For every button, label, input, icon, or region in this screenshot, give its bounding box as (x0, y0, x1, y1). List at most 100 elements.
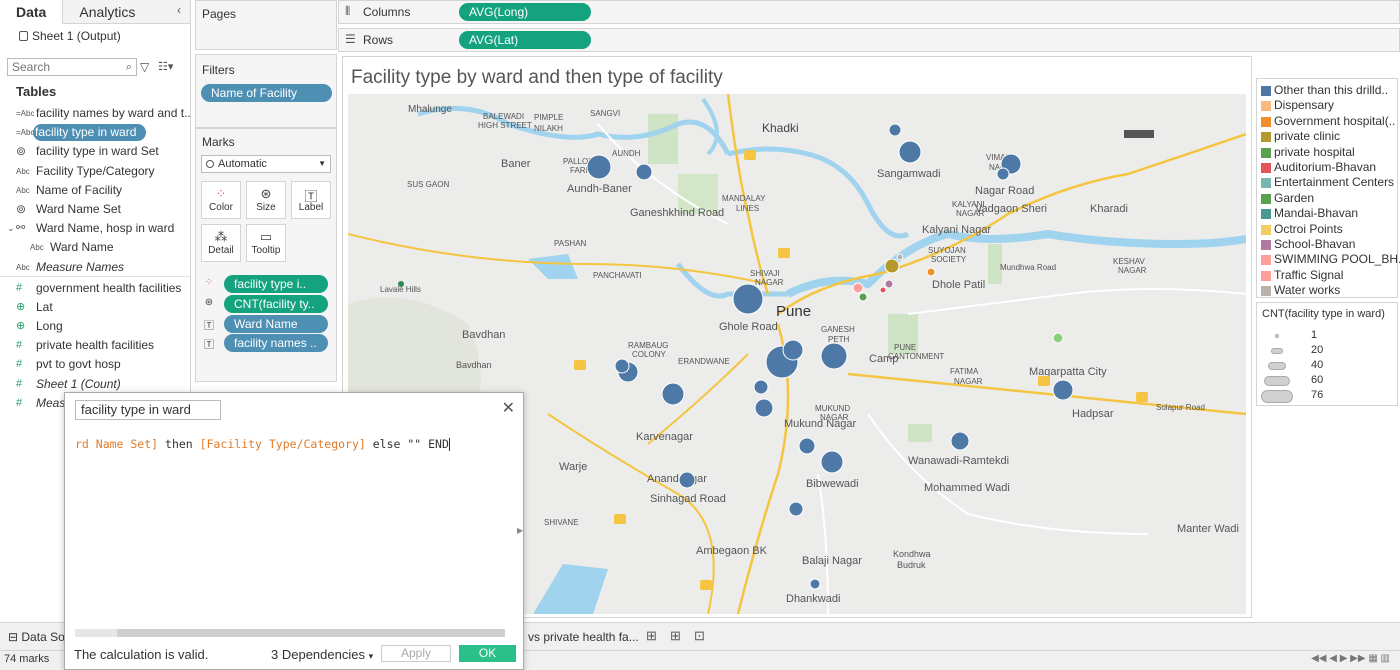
mark-pill-size[interactable]: CNT(facility ty.. (224, 295, 328, 313)
map-bubble[interactable] (678, 471, 696, 489)
label-button[interactable]: 🅃 Label (291, 181, 331, 219)
rows-pill[interactable]: AVG(Lat) (459, 31, 591, 49)
new-story-icon[interactable]: ⊡ (694, 628, 705, 644)
map-bubble[interactable] (898, 140, 922, 164)
tab-analytics[interactable]: Analytics (63, 0, 190, 24)
map-bubble[interactable] (798, 437, 816, 455)
field-item[interactable]: ⌄ ⚯ Ward Name, hosp in ward (0, 219, 190, 238)
calc-name-field[interactable]: facility type in ward (75, 400, 221, 420)
collapse-pane-icon[interactable]: ‹ (177, 3, 181, 17)
map-bubble[interactable] (820, 450, 844, 474)
field-item[interactable]: # Sheet 1 (Count) (0, 375, 190, 394)
map-bubble[interactable] (1052, 379, 1074, 401)
detail-button[interactable]: ⁂ Detail (201, 224, 241, 262)
mark-pill-color[interactable]: facility type i.. (224, 275, 328, 293)
tooltip-button[interactable]: ▭ Tooltip (246, 224, 286, 262)
map-bubble[interactable] (809, 578, 821, 590)
size-legend-item[interactable]: 60 (1257, 374, 1397, 388)
color-button[interactable]: ⁘ Color (201, 181, 241, 219)
columns-shelf[interactable]: ⦀ Columns AVG(Long) (338, 0, 1400, 24)
expand-arrow-icon[interactable]: ▶ (517, 526, 523, 535)
string-icon: Abc (16, 185, 30, 195)
field-item[interactable]: ⊚ facility type in ward Set (0, 142, 190, 161)
field-item[interactable]: # pvt to govt hosp (0, 355, 190, 374)
columns-pill[interactable]: AVG(Long) (459, 3, 591, 21)
horizontal-scrollbar[interactable] (75, 629, 505, 637)
map-bubble[interactable] (732, 283, 764, 315)
size-legend-item[interactable]: 20 (1257, 344, 1397, 358)
measure-icon: # (16, 377, 23, 390)
map-bubble[interactable] (635, 163, 653, 181)
new-sheet-icon[interactable]: ⊞ (646, 628, 657, 644)
apply-button[interactable]: Apply (381, 645, 451, 662)
map-bubble[interactable] (754, 398, 774, 418)
mark-field-row[interactable]: 🅃 Ward Name (202, 315, 332, 335)
field-item[interactable]: ⊕ Lat (0, 298, 190, 317)
map-bubble[interactable] (820, 342, 848, 370)
map-bubble[interactable] (888, 123, 902, 137)
map-bubble[interactable] (614, 358, 630, 374)
new-dashboard-icon[interactable]: ⊞ (670, 628, 681, 644)
map-bubble[interactable] (788, 501, 804, 517)
mark-field-row[interactable]: 🅃 facility names .. (202, 334, 332, 354)
map-dot[interactable] (858, 292, 868, 302)
field-item[interactable]: ⊕ Long (0, 317, 190, 336)
filter-icon[interactable]: ▽ (140, 60, 149, 74)
size-legend-item[interactable]: 40 (1257, 359, 1397, 373)
map-label: SHIVAJI (750, 269, 780, 278)
filters-card[interactable]: Filters Name of Facility (195, 54, 337, 128)
rows-shelf[interactable]: ☰ Rows AVG(Lat) (338, 28, 1400, 52)
map-dot[interactable] (852, 282, 864, 294)
sheet-nav-icon[interactable]: ◀◀ ◀ ▶ ▶▶ ▦ ▥ (1311, 653, 1390, 664)
expand-caret-icon[interactable]: ⌄ (7, 219, 15, 238)
field-item[interactable]: Abc Facility Type/Category (0, 162, 190, 181)
field-item[interactable]: ⊚ Ward Name Set (0, 200, 190, 219)
mark-field-row[interactable]: ⊛ CNT(facility ty.. (202, 295, 332, 315)
map-bubble[interactable] (586, 154, 612, 180)
data-pane-tabs: Data Analytics (0, 0, 190, 24)
mark-field-row[interactable]: ⁘ facility type i.. (202, 275, 332, 295)
map-dot[interactable] (926, 267, 936, 277)
sheet-tab[interactable]: vs private health fa... (528, 630, 639, 644)
map-dot[interactable] (884, 258, 900, 274)
field-item[interactable]: # private health facilities (0, 336, 190, 355)
ok-button[interactable]: OK (459, 645, 516, 662)
map-bubble[interactable] (661, 382, 685, 406)
map-bubble[interactable] (950, 431, 970, 451)
filter-pill-name-of-facility[interactable]: Name of Facility (201, 84, 332, 102)
size-button[interactable]: ⊛ Size (246, 181, 286, 219)
map-dot[interactable] (1052, 332, 1064, 344)
size-legend-item[interactable]: 76 (1257, 389, 1397, 403)
pages-card[interactable]: Pages (195, 0, 337, 50)
mark-pill-label[interactable]: Ward Name (224, 315, 328, 333)
map-bubble[interactable] (996, 167, 1010, 181)
map-label: Solapur Road (1156, 403, 1205, 412)
search-input[interactable] (8, 59, 118, 75)
datasource-tab[interactable]: ⊟ Data Sou (8, 630, 71, 644)
scroll-thumb[interactable] (117, 629, 505, 637)
map-dot[interactable] (879, 286, 887, 294)
mark-pill-label[interactable]: facility names .. (224, 334, 328, 352)
field-item-selected[interactable]: =Abc facility type in ward (0, 123, 190, 142)
color-legend-label: private clinic (1274, 129, 1341, 144)
close-icon[interactable]: ✕ (502, 398, 515, 418)
map-bubble[interactable] (782, 339, 804, 361)
view-menu-icon[interactable]: ☷▾ (158, 60, 173, 73)
data-source[interactable]: Sheet 1 (Output) (0, 24, 190, 48)
color-legend-label: Other than this drilld.. (1274, 83, 1389, 97)
size-legend-item[interactable]: 1 (1257, 329, 1397, 343)
field-item[interactable]: Abc Name of Facility (0, 181, 190, 200)
calc-formula-editor[interactable]: rd Name Set] then [Facility Type/Categor… (75, 437, 450, 451)
map-dot[interactable] (896, 253, 904, 261)
search-box[interactable]: ⌕ (7, 58, 137, 76)
field-item[interactable]: =Abc facility names by ward and t... (0, 104, 190, 123)
mark-type-dropdown[interactable]: Automatic ▼ (201, 155, 331, 173)
field-item[interactable]: # government health facilities (0, 279, 190, 298)
map-dot[interactable] (884, 279, 894, 289)
color-swatch (1261, 116, 1271, 127)
dependencies-dropdown[interactable]: 3 Dependencies ▾ (271, 647, 373, 662)
field-item[interactable]: Abc Measure Names (0, 258, 190, 277)
tab-data[interactable]: Data (0, 0, 64, 24)
map-bubble[interactable] (753, 379, 769, 395)
field-item[interactable]: Abc Ward Name (0, 238, 190, 257)
